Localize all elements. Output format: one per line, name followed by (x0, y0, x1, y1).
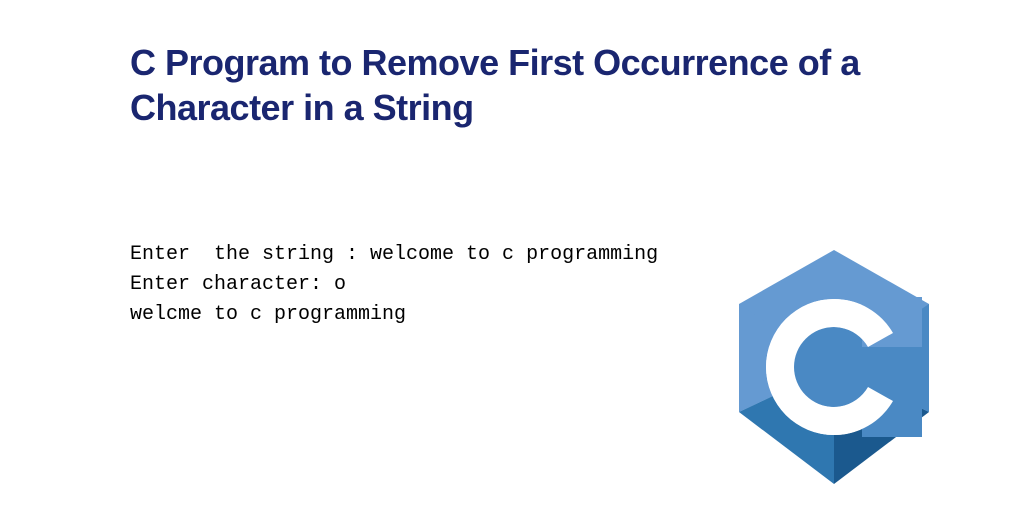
code-line-1: Enter the string : welcome to c programm… (130, 243, 658, 266)
code-line-2: Enter character: o (130, 273, 346, 296)
c-language-logo-icon (724, 242, 944, 492)
code-line-3: welcme to c programming (130, 303, 406, 326)
page-title: C Program to Remove First Occurrence of … (130, 40, 894, 130)
